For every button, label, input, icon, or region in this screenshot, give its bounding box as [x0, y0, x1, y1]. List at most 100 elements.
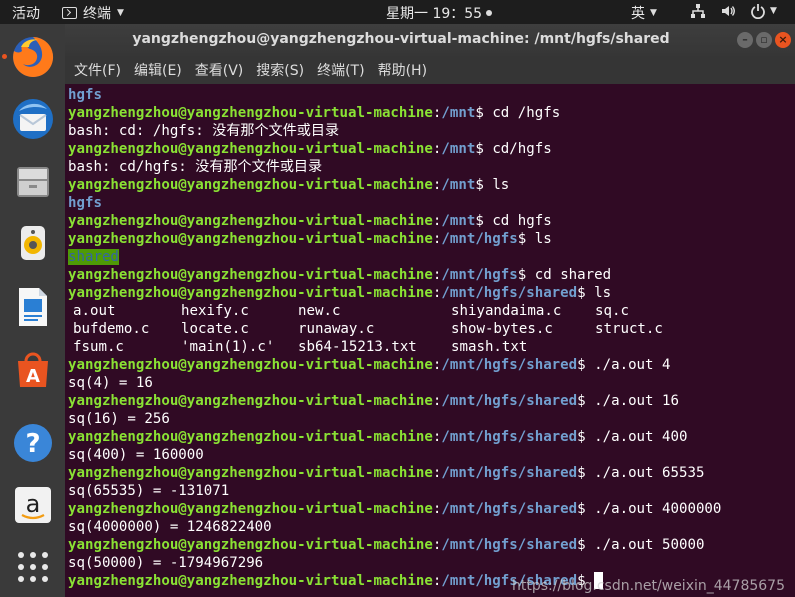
network-icon: [691, 4, 705, 18]
prompt-user: yangzhengzhou@yangzhengzhou-virtual-mach…: [68, 285, 433, 301]
menu-help[interactable]: 帮助(H): [378, 60, 427, 80]
prompt-user: yangzhengzhou@yangzhengzhou-virtual-mach…: [68, 357, 433, 373]
system-tray[interactable]: ▼: [690, 3, 777, 19]
firefox-launcher[interactable]: [10, 34, 56, 80]
output-text: bash: cd: /hgfs: 没有那个文件或目录: [68, 123, 340, 139]
menu-edit[interactable]: 编辑(E): [134, 60, 182, 80]
chevron-down-icon: ▼: [650, 8, 657, 18]
chevron-down-icon: ▼: [770, 6, 777, 16]
prompt-symbol: $: [475, 141, 493, 157]
help-icon: ?: [14, 424, 52, 462]
prompt-line: yangzhengzhou@yangzhengzhou-virtual-mach…: [68, 356, 671, 374]
prompt-path: /mnt/hgfs/shared: [441, 285, 578, 301]
prompt-path: /mnt: [441, 177, 476, 193]
prompt-line: yangzhengzhou@yangzhengzhou-virtual-mach…: [68, 428, 687, 446]
files-launcher[interactable]: [10, 158, 56, 204]
input-method-menu[interactable]: 英 ▼: [631, 3, 657, 23]
file-name: locate.c: [181, 321, 249, 337]
prompt-path: /mnt: [441, 105, 476, 121]
show-apps-launcher[interactable]: [10, 544, 56, 590]
command-text: cd hgfs: [492, 213, 552, 229]
prompt-user: yangzhengzhou@yangzhengzhou-virtual-mach…: [68, 105, 433, 121]
thunderbird-launcher[interactable]: [10, 96, 56, 142]
menu-file[interactable]: 文件(F): [74, 60, 121, 80]
prompt-symbol: $: [577, 357, 595, 373]
output-line: bash: cd/hgfs: 没有那个文件或目录: [68, 158, 322, 176]
input-method-label: 英: [631, 6, 645, 22]
file-name: fsum.c: [73, 339, 124, 355]
app-menu[interactable]: 终端 ▼: [62, 3, 124, 23]
firefox-icon: [13, 36, 54, 77]
output-line: sq(16) = 256: [68, 410, 170, 428]
svg-text:A: A: [26, 366, 40, 387]
file-name: hexify.c: [181, 303, 249, 319]
close-button[interactable]: ×: [775, 32, 791, 48]
chevron-down-icon: ▼: [117, 8, 124, 18]
output-line: shared: [68, 248, 119, 266]
file-name: bufdemo.c: [73, 321, 150, 337]
prompt-line: yangzhengzhou@yangzhengzhou-virtual-mach…: [68, 536, 704, 554]
power-icon: [751, 4, 765, 19]
rhythmbox-icon: [21, 226, 45, 260]
output-line: sq(65535) = -131071: [68, 482, 229, 500]
output-line: hgfs: [68, 86, 102, 104]
maximize-button[interactable]: ▫: [756, 32, 772, 48]
file-name: runaway.c: [298, 321, 375, 337]
output-text: sq(50000) = -1794967296: [68, 555, 264, 571]
command-text: ls: [534, 231, 552, 247]
help-launcher[interactable]: ?: [10, 420, 56, 466]
prompt-symbol: $: [517, 267, 535, 283]
file-name: sq.c: [595, 303, 629, 319]
prompt-path: /mnt/hgfs/shared: [441, 537, 578, 553]
ls-output-row: a.out hexify.c new.c shiyandaima.c sq.c: [65, 302, 795, 320]
prompt-user: yangzhengzhou@yangzhengzhou-virtual-mach…: [68, 573, 433, 589]
command-text: cd shared: [534, 267, 612, 283]
prompt-symbol: $: [577, 465, 595, 481]
rhythmbox-launcher[interactable]: [10, 220, 56, 266]
prompt-symbol: $: [577, 393, 595, 409]
output-text: sq(4) = 16: [68, 375, 153, 391]
minimize-button[interactable]: –: [737, 32, 753, 48]
prompt-line: yangzhengzhou@yangzhengzhou-virtual-mach…: [68, 464, 704, 482]
output-text: sq(65535) = -131071: [68, 483, 230, 499]
prompt-path: /mnt: [441, 213, 476, 229]
prompt-line: yangzhengzhou@yangzhengzhou-virtual-mach…: [68, 230, 552, 248]
output-text: sq(16) = 256: [68, 411, 170, 427]
prompt-user: yangzhengzhou@yangzhengzhou-virtual-mach…: [68, 393, 433, 409]
output-line: sq(4000000) = 1246822400: [68, 518, 272, 536]
output-text: shared: [68, 249, 119, 265]
command-text: ./a.out 50000: [594, 537, 705, 553]
command-text: ./a.out 65535: [594, 465, 705, 481]
libreoffice-writer-icon: [19, 288, 47, 326]
amazon-launcher[interactable]: a: [10, 482, 56, 528]
writer-launcher[interactable]: [10, 284, 56, 330]
prompt-line: yangzhengzhou@yangzhengzhou-virtual-mach…: [68, 266, 611, 284]
clock-label: 星期一 19：55: [386, 6, 483, 22]
watermark: https://blog.csdn.net/weixin_44785675: [511, 578, 785, 594]
prompt-path: /mnt/hgfs/shared: [441, 393, 578, 409]
prompt-line: yangzhengzhou@yangzhengzhou-virtual-mach…: [68, 140, 552, 158]
prompt-user: yangzhengzhou@yangzhengzhou-virtual-mach…: [68, 213, 433, 229]
file-name: struct.c: [595, 321, 663, 337]
prompt-user: yangzhengzhou@yangzhengzhou-virtual-mach…: [68, 231, 433, 247]
menu-terminal[interactable]: 终端(T): [317, 60, 364, 80]
file-name: show-bytes.c: [451, 321, 553, 337]
menu-search[interactable]: 搜索(S): [256, 60, 304, 80]
output-line: sq(400) = 160000: [68, 446, 204, 464]
terminal-area[interactable]: hgfs yangzhengzhou@yangzhengzhou-virtual-…: [65, 84, 795, 597]
svg-text:a: a: [26, 490, 41, 518]
app-menu-label: 终端: [83, 6, 111, 22]
ls-output-row: bufdemo.c locate.c runaway.c show-bytes.c st…: [65, 320, 795, 338]
prompt-user: yangzhengzhou@yangzhengzhou-virtual-mach…: [68, 267, 433, 283]
software-launcher[interactable]: A: [10, 346, 56, 392]
files-icon: [17, 167, 49, 197]
window-titlebar[interactable]: yangzhengzhou@yangzhengzhou-virtual-mach…: [65, 24, 795, 56]
menu-view[interactable]: 查看(V): [195, 60, 244, 80]
prompt-symbol: $: [577, 537, 595, 553]
prompt-line: yangzhengzhou@yangzhengzhou-virtual-mach…: [68, 392, 679, 410]
command-text: ./a.out 16: [594, 393, 679, 409]
prompt-symbol: $: [517, 231, 535, 247]
clock[interactable]: 星期一 19：55: [386, 3, 493, 23]
file-name: new.c: [298, 303, 341, 319]
activities-button[interactable]: 活动: [12, 3, 40, 23]
